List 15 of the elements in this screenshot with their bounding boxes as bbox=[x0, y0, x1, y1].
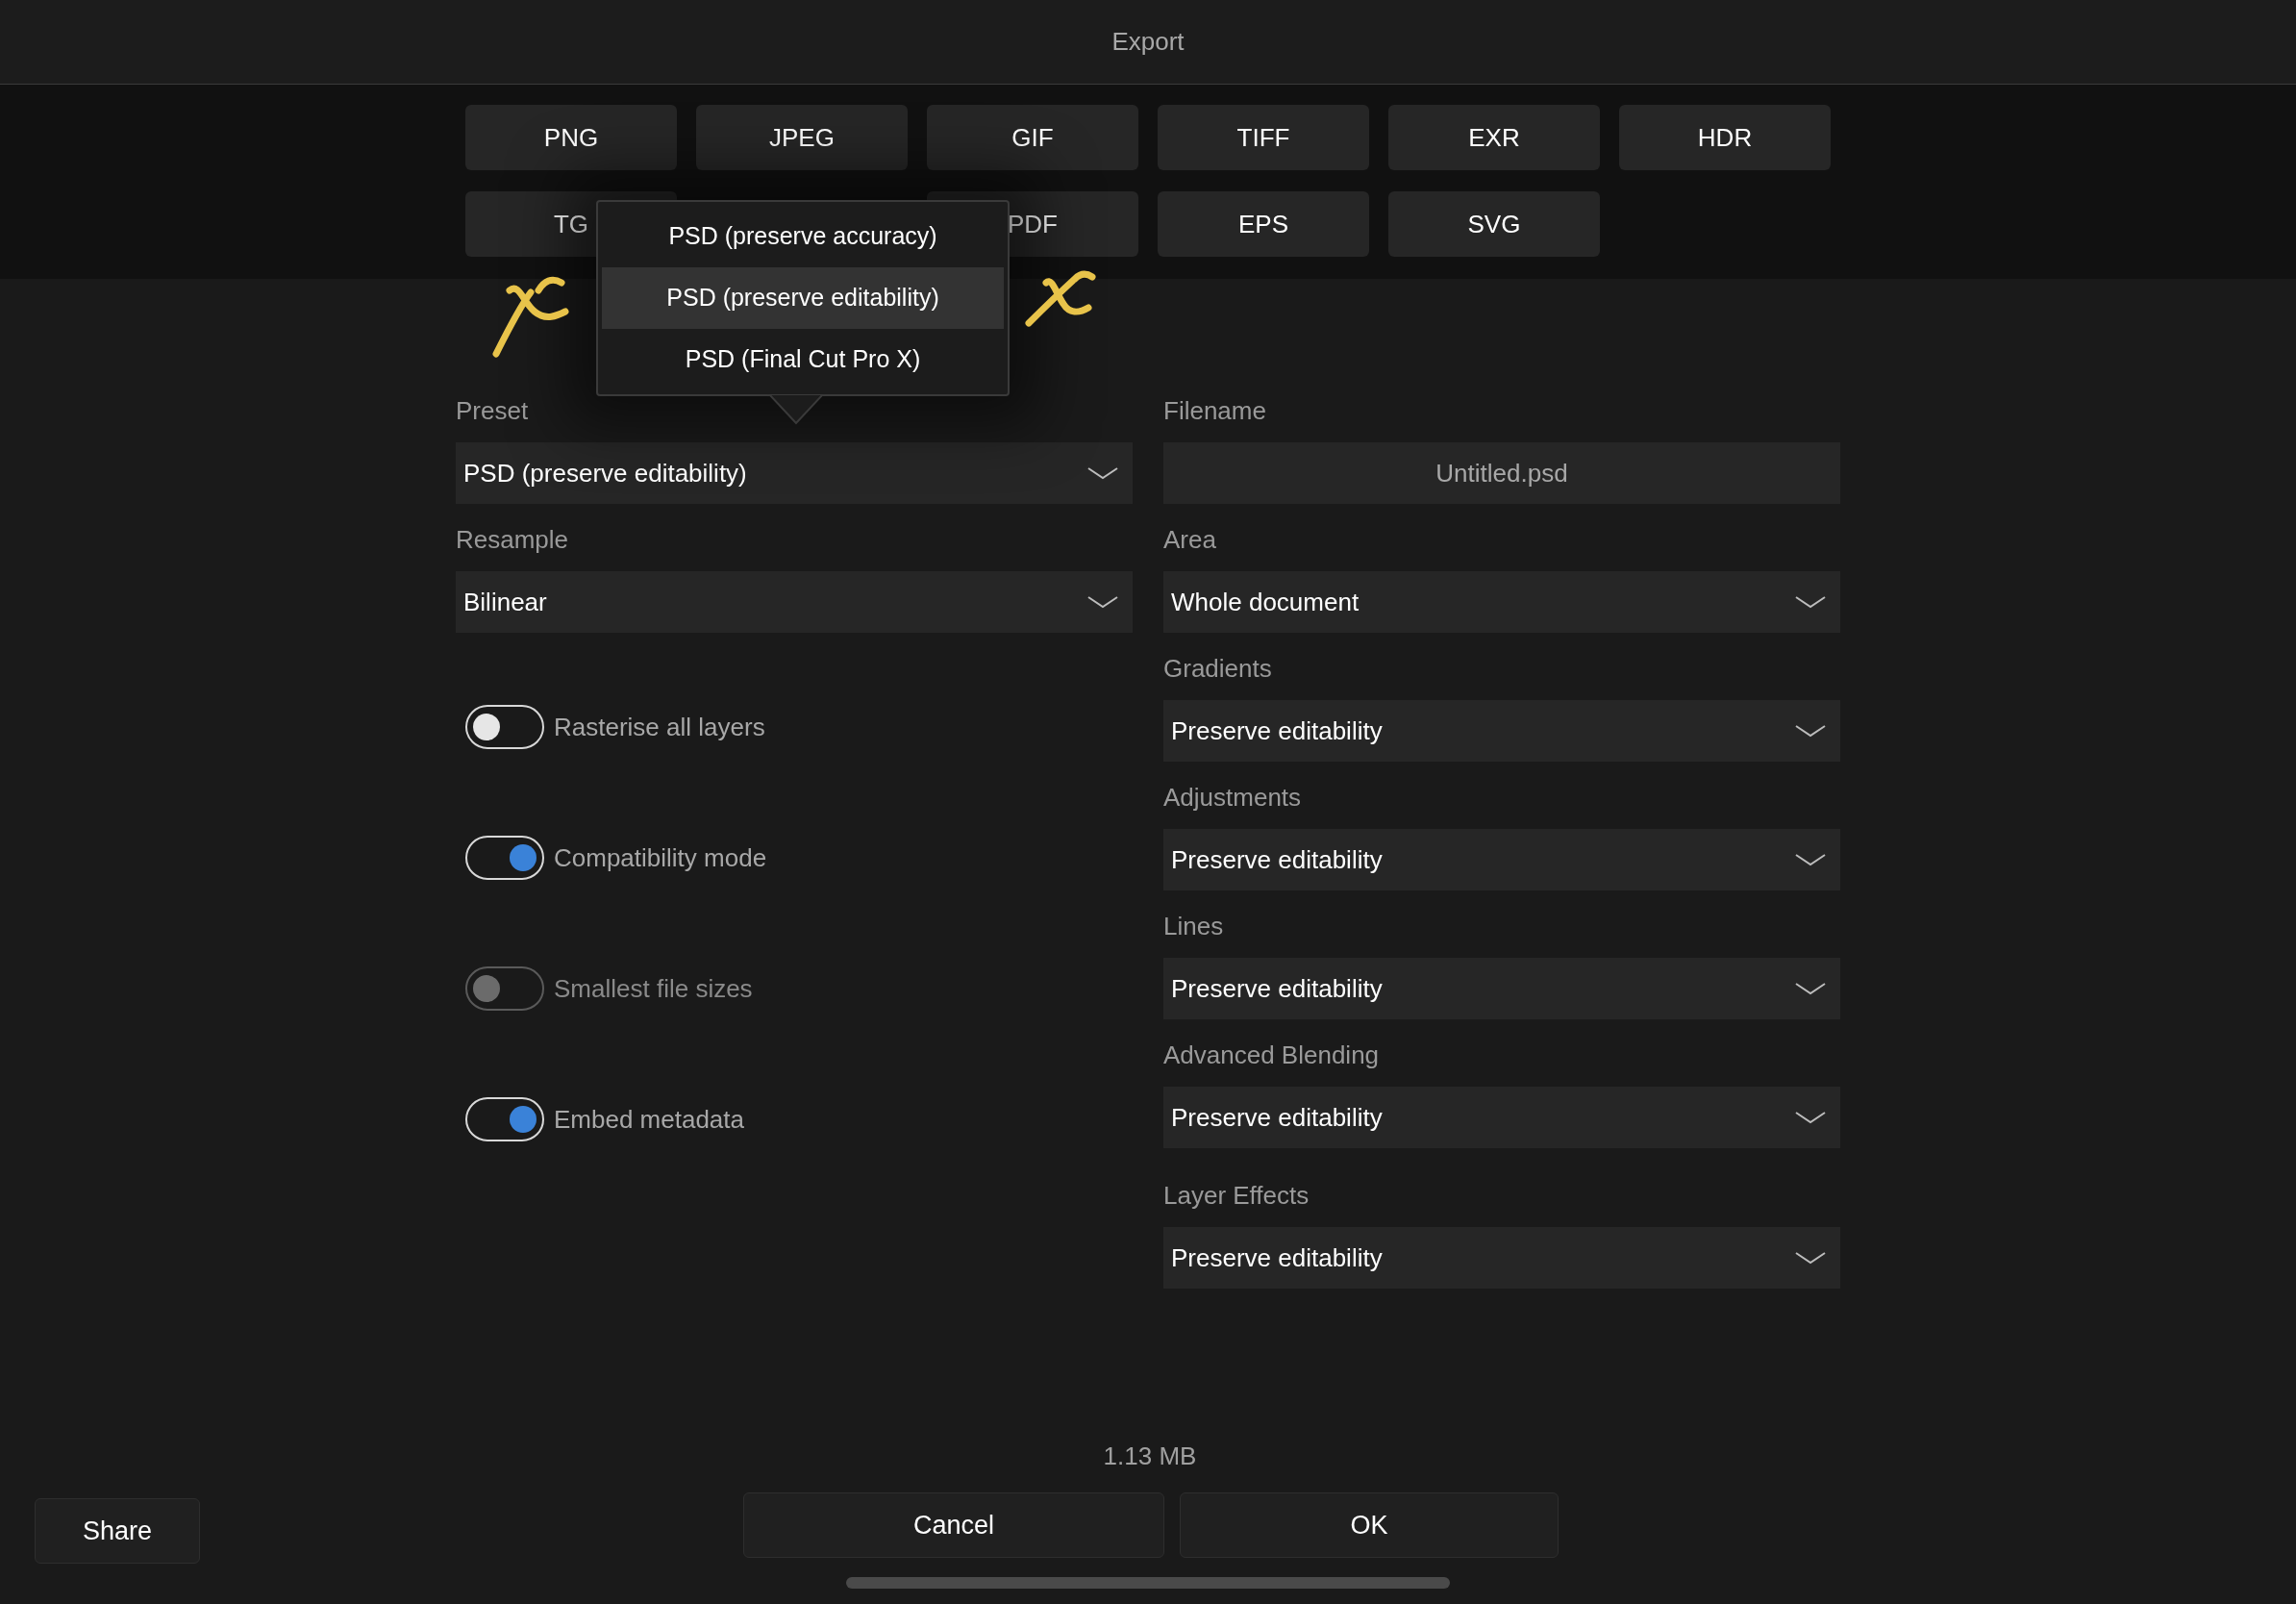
field-label: Adjustments bbox=[1163, 782, 1302, 814]
field-label: Gradients bbox=[1163, 653, 1272, 685]
field-label: Preset bbox=[456, 395, 529, 427]
field-label: Layer Effects bbox=[1163, 1180, 1310, 1212]
field-label: Lines bbox=[1163, 911, 1224, 942]
toggle-label: Rasterise all layers bbox=[554, 711, 765, 743]
toggle-label: Embed metadata bbox=[554, 1103, 744, 1136]
toggle-label: Compatibility mode bbox=[554, 841, 767, 874]
field-label: Resample bbox=[456, 524, 569, 556]
field-label: Area bbox=[1163, 524, 1216, 556]
window-title: Export bbox=[1111, 26, 1185, 58]
field-label: Filename bbox=[1163, 395, 1266, 427]
file-size-text: 1.13 MB bbox=[1103, 1441, 1197, 1472]
field-label: Advanced Blending bbox=[1163, 1040, 1380, 1071]
toggle-label: Smallest file sizes bbox=[554, 972, 753, 1005]
